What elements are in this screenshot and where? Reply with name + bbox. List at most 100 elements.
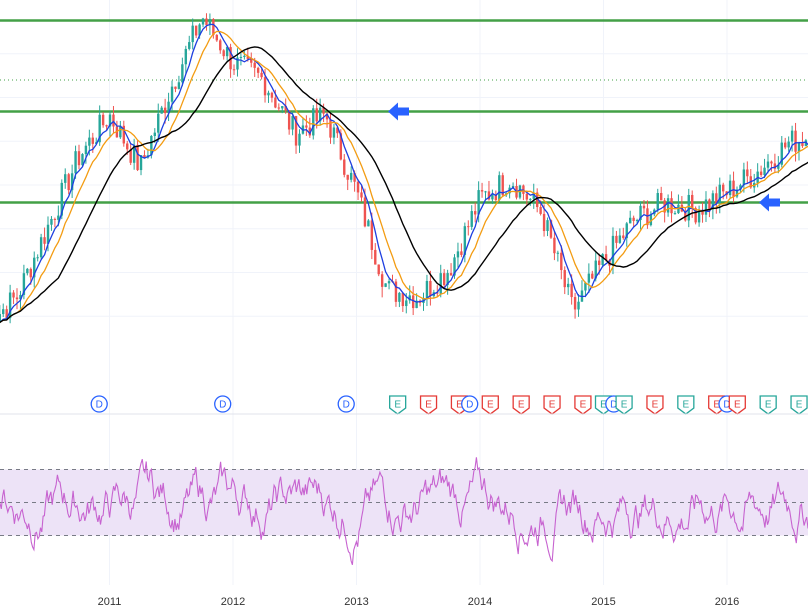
candle-body [732, 180, 735, 197]
badge-label: E [765, 400, 772, 411]
candle-body [177, 82, 181, 89]
candle-body [525, 193, 529, 200]
candle-body [470, 211, 473, 227]
candle-body [181, 64, 184, 83]
badge-label: E [652, 400, 659, 411]
candle-body [374, 249, 377, 265]
candle-body [205, 18, 208, 26]
dividend-badge[interactable]: D [214, 395, 232, 413]
candle-body [577, 301, 580, 310]
candle-body [728, 180, 732, 196]
candle-body [253, 62, 256, 68]
candle-body [281, 106, 284, 109]
candle-body [274, 97, 277, 108]
candle-body [704, 199, 708, 215]
candle-body [387, 281, 391, 284]
candle-body [556, 252, 560, 254]
badge-label: E [580, 400, 587, 411]
x-tick-label: 2015 [591, 596, 615, 608]
candle-body [215, 34, 219, 41]
candle-body [784, 142, 787, 148]
candle-body [277, 107, 281, 109]
candle-body [160, 107, 163, 114]
candle-body [26, 268, 29, 274]
candle-body [429, 280, 432, 297]
candle-body [64, 174, 67, 183]
candle-body [425, 280, 429, 298]
badge-label: E [796, 400, 803, 411]
candle-body [74, 151, 77, 174]
candle-body [105, 125, 108, 127]
candle-body [405, 300, 408, 307]
candle-body [480, 190, 484, 192]
candle-body [191, 25, 194, 43]
x-tick-label: 2014 [468, 596, 492, 608]
candle-body [498, 175, 501, 201]
candle-body [50, 218, 53, 225]
candle-body [380, 274, 384, 287]
candle-body [36, 257, 39, 259]
candle-body [660, 193, 663, 201]
candle-body [560, 252, 563, 271]
candle-body [291, 116, 294, 130]
badge-label: E [394, 400, 401, 411]
candle-body [298, 133, 301, 146]
candle-body [363, 197, 367, 227]
candle-body [91, 137, 94, 144]
candle-body [360, 192, 363, 198]
candle-body [635, 220, 639, 222]
candle-body [332, 127, 336, 138]
candle-body [174, 86, 177, 89]
badge-label: E [487, 400, 494, 411]
candle-body [746, 169, 749, 177]
candle-body [618, 235, 622, 243]
candle-body [546, 220, 549, 232]
candle-body [77, 151, 81, 166]
candle-body [243, 55, 246, 57]
candle-body [126, 143, 129, 150]
badge-label: D [96, 400, 103, 411]
candle-body [759, 171, 763, 176]
candle-body [622, 235, 625, 239]
candle-body [566, 283, 570, 288]
dividend-badge[interactable]: D [90, 395, 108, 413]
candle-body [370, 220, 374, 250]
candle-body [615, 235, 618, 243]
candle-body [542, 213, 546, 232]
candle-body [2, 309, 5, 315]
candle-body [691, 194, 694, 209]
candle-body [673, 213, 677, 215]
candle-body [349, 172, 353, 180]
candle-body [263, 77, 267, 96]
candle-body [356, 181, 360, 193]
candle-body [256, 67, 260, 73]
candle-body [101, 114, 105, 126]
candle-body [43, 237, 46, 244]
dividend-badge[interactable]: D [461, 395, 479, 413]
candle-body [346, 174, 349, 180]
candle-body [398, 292, 401, 302]
candle-body [329, 119, 332, 138]
candle-body [770, 161, 773, 164]
candle-body [766, 161, 770, 168]
candle-body [697, 210, 701, 223]
candle-body [790, 130, 794, 142]
candle-body [232, 69, 236, 71]
candle-body [267, 92, 270, 96]
candle-body [656, 193, 659, 210]
candle-body [153, 132, 157, 136]
candle-body [742, 169, 746, 186]
candle-body [449, 273, 453, 276]
candle-body [460, 251, 463, 255]
badge-label: E [425, 400, 432, 411]
candle-body [597, 260, 601, 266]
candle-body [136, 144, 139, 171]
badge-label: E [682, 400, 689, 411]
chart-root[interactable]: EDDDEEEDEEEEEDEEEEDEEE 20112012201320142… [0, 0, 808, 615]
candle-body [794, 130, 797, 152]
candle-body [484, 191, 487, 193]
candle-body [722, 184, 725, 192]
candle-body [553, 237, 556, 254]
dividend-badge[interactable]: D [337, 395, 355, 413]
candle-body [611, 235, 615, 266]
